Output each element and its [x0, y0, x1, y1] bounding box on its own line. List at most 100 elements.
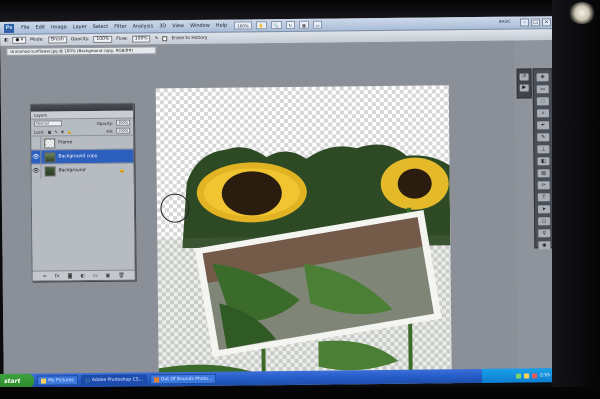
- workspace-switcher[interactable]: BASIC: [499, 19, 511, 24]
- gradient-tool-icon[interactable]: ▤: [537, 169, 550, 178]
- screen: Ps File Edit Image Layer Select Filter A…: [0, 0, 600, 399]
- erase-to-history-checkbox[interactable]: [162, 36, 168, 42]
- hand-tool-icon[interactable]: ✋: [255, 21, 267, 30]
- link-layers-icon[interactable]: ∞: [43, 273, 47, 279]
- zoom-level-select[interactable]: 100%: [234, 21, 252, 30]
- visibility-eye-icon[interactable]: [31, 136, 42, 151]
- eraser-tool-icon[interactable]: ◧: [537, 157, 550, 166]
- menu-help[interactable]: Help: [213, 23, 230, 29]
- start-button[interactable]: start: [0, 373, 35, 388]
- layers-empty-area: [31, 184, 135, 268]
- taskbar-item-photoshop[interactable]: Adobe Photoshop CS...: [80, 374, 147, 386]
- path-selection-tool-icon[interactable]: ➤: [537, 205, 551, 214]
- layers-panel-footer: ∞ fx ◙ ◐ ▭ ▣ 🗑: [32, 269, 135, 281]
- taskbar-item-out-of-bounds[interactable]: Out Of Bounds Photo...: [149, 373, 217, 385]
- layer-background[interactable]: 👁 Background 🔒: [31, 162, 134, 179]
- layers-panel: Layers Normal Opacity: 100% Lock: ▦ ✎ ✥ …: [29, 102, 136, 282]
- light-glare: [568, 2, 596, 24]
- maximize-button[interactable]: □: [530, 18, 541, 27]
- layer-mask-icon[interactable]: ◙: [68, 273, 73, 279]
- layer-name: Frame: [58, 140, 73, 146]
- layer-opacity-input[interactable]: 100%: [116, 119, 131, 126]
- layer-name: Background: [58, 168, 86, 174]
- shape-tool-icon[interactable]: ▢: [538, 217, 551, 226]
- photoshop-window: Ps File Edit Image Layer Select Filter A…: [0, 16, 559, 387]
- window-controls: – □ ×: [519, 18, 552, 27]
- new-group-icon[interactable]: ▭: [93, 272, 98, 278]
- mode-select[interactable]: Brush: [47, 36, 67, 44]
- layer-thumbnail: [44, 137, 56, 149]
- lock-pixels-icon[interactable]: ✎: [54, 129, 57, 134]
- new-layer-icon[interactable]: ▣: [106, 272, 111, 278]
- security-icon[interactable]: [531, 372, 537, 378]
- adjustment-layer-icon[interactable]: ◐: [80, 273, 84, 279]
- brush-preset-picker[interactable]: ● ▾: [12, 36, 27, 44]
- layer-opacity-label: Opacity:: [96, 120, 114, 126]
- zoom-tool-icon[interactable]: 🔍: [270, 21, 282, 30]
- menu-file[interactable]: File: [18, 25, 32, 31]
- actions-panel-icon[interactable]: ▶: [519, 84, 529, 92]
- menu-select[interactable]: Select: [90, 24, 111, 30]
- history-panel-icon[interactable]: ↺: [519, 73, 529, 81]
- delete-layer-icon[interactable]: 🗑: [118, 272, 124, 278]
- menu-edit[interactable]: Edit: [32, 24, 48, 31]
- blend-mode-select[interactable]: Normal: [34, 120, 63, 127]
- eyedropper-tool-icon[interactable]: ✒: [537, 121, 550, 130]
- menu-window[interactable]: Window: [187, 23, 213, 29]
- fill-input[interactable]: 100%: [116, 127, 131, 134]
- taskbar-item-my-pictures[interactable]: My Pictures: [37, 375, 78, 386]
- rotate-view-icon[interactable]: ↻: [285, 20, 296, 30]
- zoom-tool-icon[interactable]: ⚲: [538, 229, 551, 238]
- opacity-input[interactable]: 100%: [93, 35, 113, 44]
- document-canvas[interactable]: [155, 85, 452, 387]
- arrange-documents-icon[interactable]: ▦: [298, 20, 309, 29]
- erase-to-history-label: Erase to History: [171, 35, 208, 42]
- airbrush-icon[interactable]: ✎: [155, 36, 159, 41]
- lock-all-icon[interactable]: 🔒: [67, 129, 72, 134]
- minimize-button[interactable]: –: [519, 18, 530, 27]
- eraser-brush-cursor-icon: [160, 193, 190, 223]
- taskbar-item-label: Out Of Bounds Photo...: [160, 376, 213, 382]
- stamp-tool-icon[interactable]: ⊥: [537, 145, 550, 154]
- crop-tool-icon[interactable]: ⌗: [536, 109, 550, 118]
- menu-analysis[interactable]: Analysis: [130, 23, 157, 29]
- lasso-tool-icon[interactable]: ◌: [536, 97, 549, 106]
- menu-3d[interactable]: 3D: [156, 23, 169, 29]
- photoshop-logo: Ps: [4, 23, 15, 33]
- pen-tool-icon[interactable]: ✑: [537, 181, 550, 190]
- menu-view[interactable]: View: [169, 23, 187, 29]
- move-tool-icon[interactable]: ✥: [536, 73, 549, 82]
- lock-transparency-icon[interactable]: ▦: [48, 129, 52, 134]
- mode-label: Mode:: [30, 37, 44, 43]
- type-tool-icon[interactable]: T: [537, 193, 550, 202]
- menu-filter[interactable]: Filter: [111, 24, 129, 30]
- close-button[interactable]: ×: [541, 18, 552, 27]
- network-icon[interactable]: [515, 373, 521, 379]
- browser-icon: [153, 376, 159, 382]
- screen-mode-icon[interactable]: ▭: [312, 20, 323, 29]
- visibility-eye-icon[interactable]: 👁: [31, 164, 42, 179]
- visibility-eye-icon[interactable]: 👁: [31, 150, 42, 165]
- quick-mask-icon[interactable]: ◉: [538, 241, 551, 250]
- lock-icon: 🔒: [119, 167, 126, 174]
- flow-label: Flow:: [116, 36, 128, 42]
- volume-icon[interactable]: [523, 372, 529, 379]
- eraser-tool-icon[interactable]: ◧: [4, 38, 8, 43]
- layer-thumbnail: [44, 165, 56, 177]
- folder-icon: [41, 378, 47, 384]
- document-tab[interactable]: Unnamed-sunflower.jpg @ 100% (Background…: [6, 46, 157, 56]
- layer-frame[interactable]: Frame: [31, 134, 134, 151]
- photoshop-icon: [84, 377, 90, 383]
- layer-background-copy[interactable]: 👁 Background copy: [31, 148, 134, 165]
- taskbar-item-label: Adobe Photoshop CS...: [91, 377, 143, 383]
- menu-layer[interactable]: Layer: [70, 24, 90, 30]
- layer-thumbnail: [44, 151, 56, 163]
- layer-style-icon[interactable]: fx: [55, 273, 60, 279]
- menu-image[interactable]: Image: [48, 24, 70, 30]
- flow-input[interactable]: 100%: [131, 35, 151, 43]
- start-label: start: [4, 377, 21, 385]
- panel-dock-collapsed: ↺ ▶: [516, 68, 532, 99]
- brush-tool-icon[interactable]: ✎: [537, 133, 550, 142]
- lock-position-icon[interactable]: ✥: [61, 129, 64, 134]
- marquee-tool-icon[interactable]: ▭: [536, 85, 549, 94]
